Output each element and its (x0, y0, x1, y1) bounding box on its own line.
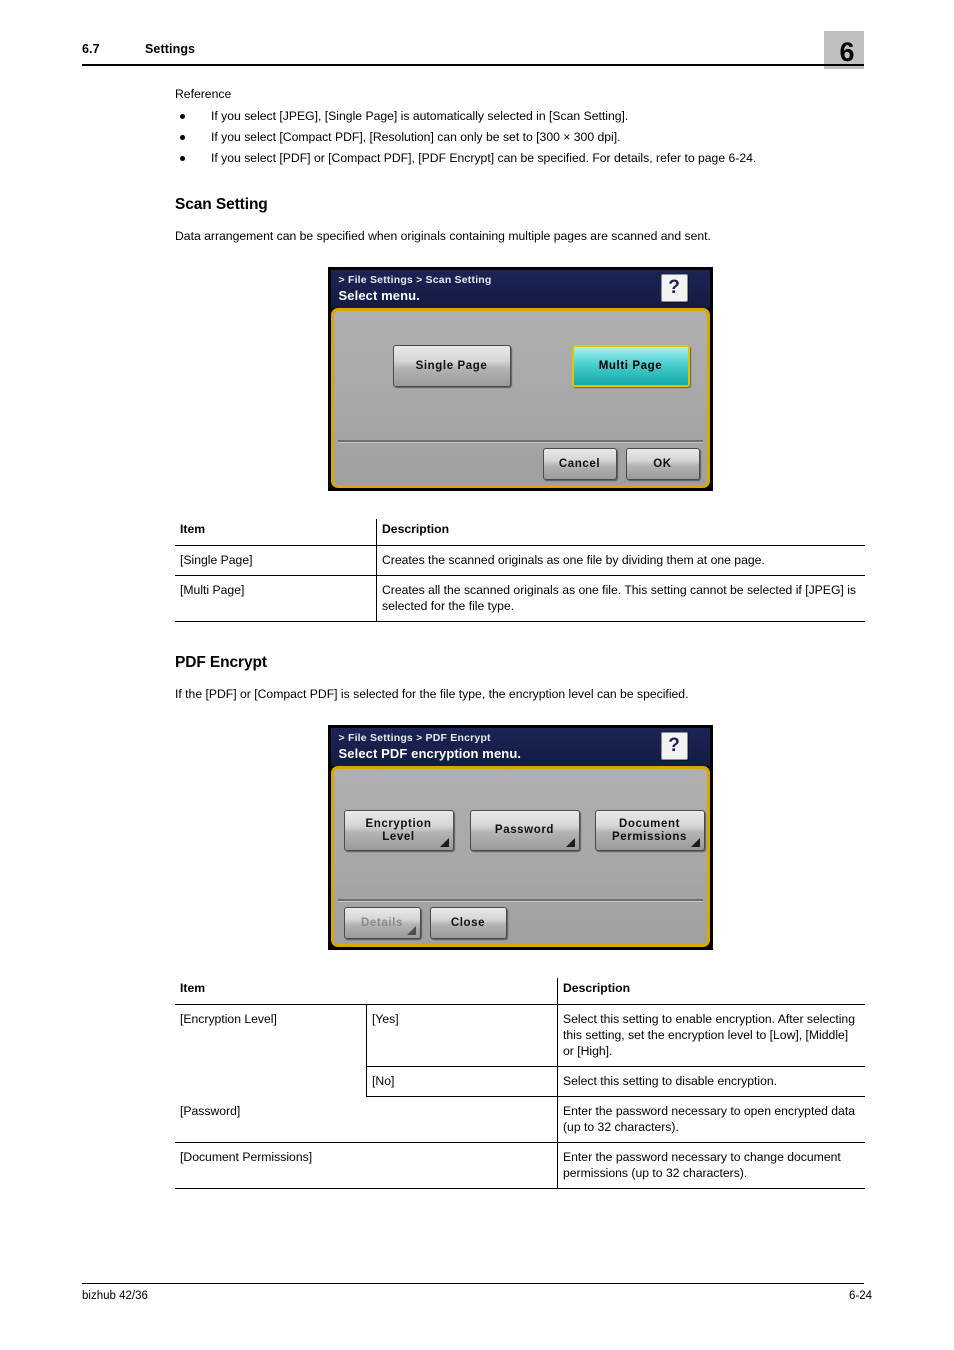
lcd-title-bar: > File Settings > Scan Setting Select me… (330, 270, 710, 308)
lcd-body: Single Page Multi Page Cancel OK (330, 308, 710, 488)
lcd-prompt-text: Select menu. (338, 288, 420, 303)
column-header-description: Description (557, 978, 865, 1005)
reference-bullet-list: If you select [JPEG], [Single Page] is a… (175, 106, 865, 169)
column-header-item: Item (175, 978, 558, 1005)
help-icon[interactable]: ? (660, 732, 688, 760)
multi-page-button[interactable]: Multi Page (571, 345, 690, 387)
table-header-row: Item Description (175, 519, 865, 546)
submenu-corner-icon (439, 838, 449, 847)
scan-setting-description: Data arrangement can be specified when o… (175, 229, 711, 243)
column-header-item: Item (175, 519, 377, 546)
reference-label: Reference (175, 87, 232, 101)
footer-page-number: 6-24 (848, 1290, 872, 1302)
column-header-description: Description (376, 519, 865, 546)
document-permissions-button[interactable]: Document Permissions (594, 810, 705, 851)
pdf-encrypt-heading: PDF Encrypt (175, 654, 267, 671)
encryption-level-label-line2: Level (382, 830, 415, 843)
breadcrumb: > File Settings > Scan Setting (338, 274, 492, 286)
cell-description: Select this setting to enable encryption… (557, 1004, 865, 1067)
pdf-encrypt-description: If the [PDF] or [Compact PDF] is selecte… (175, 687, 689, 701)
details-button[interactable]: Details (343, 907, 421, 939)
encryption-level-label-line1: Encryption (365, 817, 432, 830)
lcd-footer-area: Details Close (334, 902, 707, 944)
scan-setting-table: Item Description [Single Page] Creates t… (175, 519, 865, 622)
document-page: 6.7 Settings 6 Reference If you select [… (0, 0, 954, 1350)
table-row: [Multi Page] Creates all the scanned ori… (175, 575, 865, 622)
pdf-encrypt-lcd-panel: > File Settings > PDF Encrypt Select PDF… (327, 725, 713, 950)
list-item: If you select [Compact PDF], [Resolution… (175, 127, 865, 148)
header-section-title: Settings (145, 42, 196, 56)
footer-divider (82, 1283, 864, 1285)
bullet-text: If you select [PDF] or [Compact PDF], [P… (211, 151, 757, 165)
scan-setting-lcd-panel: > File Settings > Scan Setting Select me… (327, 267, 713, 491)
lcd-footer-area: Cancel OK (334, 443, 707, 485)
cell-item: [Encryption Level] (180, 1012, 277, 1026)
encryption-level-button[interactable]: Encryption Level (343, 810, 454, 851)
cell-description: Enter the password necessary to open enc… (557, 1096, 865, 1143)
submenu-corner-icon (690, 838, 700, 847)
cell-item: [Document Permissions] (175, 1142, 558, 1189)
pdf-encrypt-screenshot-wrap: > File Settings > PDF Encrypt Select PDF… (175, 725, 865, 950)
help-icon[interactable]: ? (660, 274, 688, 302)
bullet-dot-icon (180, 135, 185, 140)
bullet-dot-icon (180, 114, 185, 119)
list-item: If you select [PDF] or [Compact PDF], [P… (175, 148, 865, 169)
list-item: If you select [JPEG], [Single Page] is a… (175, 106, 865, 127)
password-button[interactable]: Password (469, 810, 580, 851)
lcd-prompt-text: Select PDF encryption menu. (338, 746, 522, 761)
cell-description: Select this setting to disable encryptio… (557, 1066, 865, 1097)
cell-subitem: [Yes] (366, 1004, 558, 1067)
lcd-body: Encryption Level Password Document Permi… (330, 766, 710, 947)
cell-item: [Multi Page] (175, 575, 377, 622)
header-divider (82, 64, 864, 66)
lcd-main-area: Single Page Multi Page (334, 311, 707, 440)
password-label: Password (494, 824, 555, 836)
ok-button[interactable]: OK (625, 448, 700, 480)
cell-description: Creates all the scanned originals as one… (376, 575, 865, 622)
cell-description: Enter the password necessary to change d… (557, 1142, 865, 1189)
submenu-corner-icon (565, 838, 575, 847)
cancel-button[interactable]: Cancel (542, 448, 617, 480)
document-permissions-label-line2: Permissions (612, 830, 687, 843)
chapter-number: 6 (839, 36, 855, 67)
document-permissions-label-line1: Document (618, 817, 681, 830)
cell-item: [Single Page] (175, 545, 377, 576)
header-section-number: 6.7 (82, 42, 100, 56)
single-page-button[interactable]: Single Page (392, 345, 511, 387)
footer-product-name: bizhub 42/36 (82, 1290, 148, 1302)
lcd-main-area: Encryption Level Password Document Permi… (334, 769, 707, 899)
scan-setting-screenshot-wrap: > File Settings > Scan Setting Select me… (175, 267, 865, 491)
table-row: [Single Page] Creates the scanned origin… (175, 545, 865, 576)
submenu-corner-icon (406, 926, 416, 935)
table-row: [Password] Enter the password necessary … (175, 1096, 865, 1143)
breadcrumb: > File Settings > PDF Encrypt (338, 732, 491, 744)
cell-item: [Password] (175, 1096, 558, 1143)
scan-setting-heading: Scan Setting (175, 196, 268, 213)
page-content: Reference If you select [JPEG], [Single … (175, 86, 865, 1189)
bullet-dot-icon (180, 156, 185, 161)
table-row: [Document Permissions] Enter the passwor… (175, 1142, 865, 1189)
bullet-text: If you select [Compact PDF], [Resolution… (211, 130, 621, 144)
details-label: Details (361, 916, 403, 929)
pdf-encrypt-table: Item Description [Encryption Level] [Yes… (175, 978, 865, 1189)
table-header-row: Item Description (175, 978, 865, 1005)
lcd-title-bar: > File Settings > PDF Encrypt Select PDF… (330, 728, 710, 766)
table-row: [Encryption Level] [Yes] Select this set… (175, 1004, 865, 1067)
cell-subitem: [No] (366, 1066, 558, 1097)
close-button[interactable]: Close (429, 907, 507, 939)
bullet-text: If you select [JPEG], [Single Page] is a… (211, 109, 629, 123)
cell-description: Creates the scanned originals as one fil… (376, 545, 865, 576)
